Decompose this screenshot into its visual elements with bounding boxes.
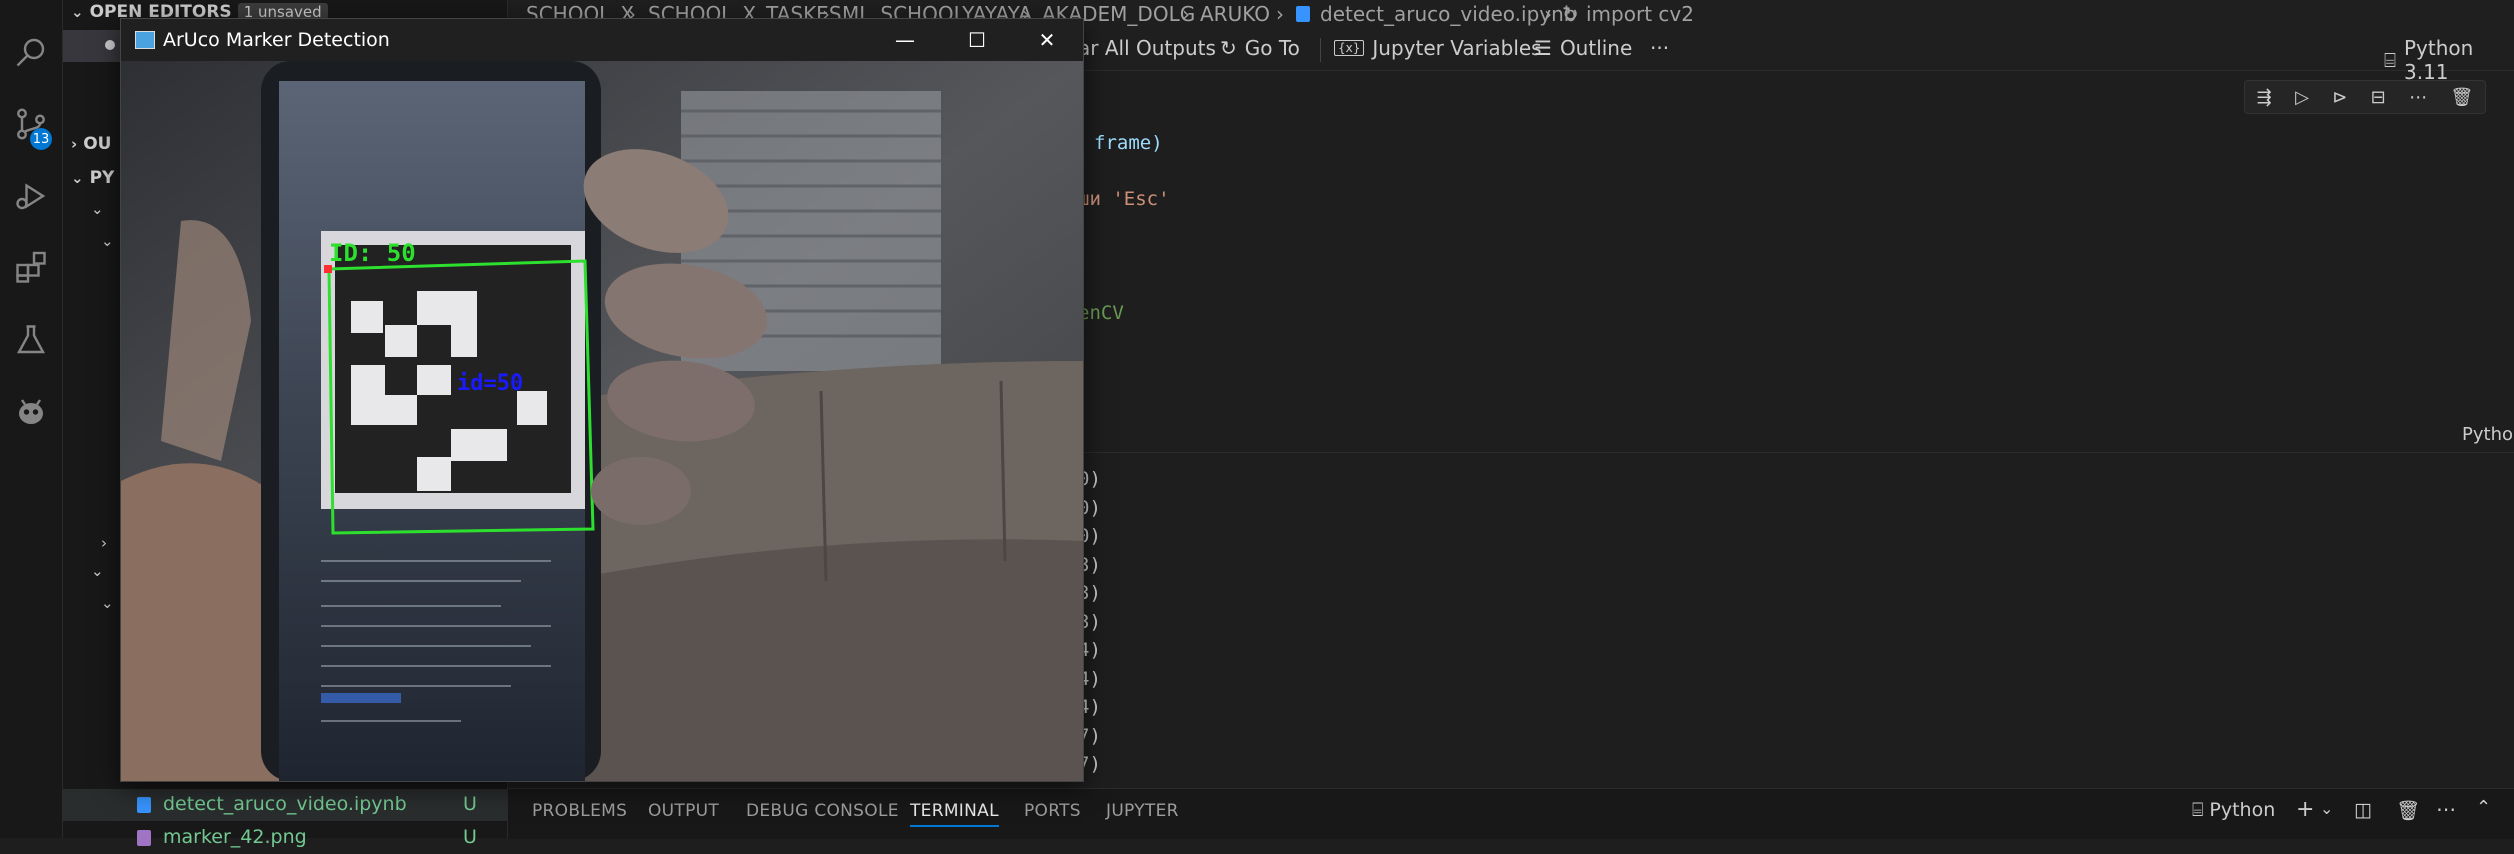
breadcrumb-separator: ›: [1182, 2, 1190, 26]
execute-above-icon[interactable]: ▷: [2295, 87, 2309, 108]
outline-label: Outline: [1559, 36, 1633, 60]
tab-debug-console[interactable]: DEBUG CONSOLE: [746, 801, 899, 821]
cell-icon: ↻: [1562, 2, 1579, 26]
file-name: marker_42.png: [163, 826, 307, 848]
cell-language[interactable]: Pytho: [2462, 424, 2513, 445]
refresh-icon: ↻: [1220, 36, 1237, 60]
testing-icon[interactable]: [9, 318, 53, 362]
minimize-button[interactable]: —: [869, 19, 941, 61]
terminal-name: Python: [2209, 799, 2276, 821]
toolbar-divider: [1320, 38, 1321, 62]
trash-icon[interactable]: 🗑: [2396, 799, 2420, 822]
extensions-icon[interactable]: [9, 246, 53, 290]
code-fragment: enCV: [1078, 302, 1124, 324]
jupyter-variables-label: Jupyter Variables: [1372, 36, 1542, 60]
notebook-icon: [1296, 6, 1310, 22]
kernel-picker[interactable]: ⌸ Python 3.11: [2384, 36, 2514, 84]
more-icon[interactable]: ⋯: [2436, 797, 2456, 821]
python-section[interactable]: ⌄ PY: [71, 168, 114, 188]
terminal-icon: ⌸: [2192, 799, 2204, 821]
file-row[interactable]: detect_aruco_video.ipynb U: [63, 789, 507, 821]
tab-jupyter[interactable]: JUPYTER: [1106, 801, 1179, 821]
app-icon: [135, 31, 155, 49]
activity-bar: 13: [0, 0, 63, 838]
maximize-button[interactable]: ☐: [941, 19, 1013, 61]
breadcrumb-separator: ›: [1276, 2, 1284, 26]
chevron-right-icon: ›: [71, 135, 78, 153]
search-icon[interactable]: [9, 30, 53, 74]
kernel-label: Python 3.11: [2404, 36, 2474, 84]
chevron-down-icon[interactable]: ⌄: [2320, 799, 2333, 818]
delete-cell-icon[interactable]: 🗑: [2450, 87, 2473, 108]
variables-icon: {x}: [1334, 40, 1365, 56]
code-fragment: ши 'Esc': [1078, 188, 1170, 210]
center-id-label: id=50: [457, 371, 524, 396]
tree-chevron-down-icon[interactable]: ⌄: [91, 562, 104, 580]
ellipsis-icon: ···: [1650, 36, 1670, 60]
cell-toolbar: ⇶ ▷ ⊳ ⊟ ⋯ 🗑: [2244, 80, 2486, 114]
breadcrumb-item[interactable]: import cv2: [1586, 2, 1694, 26]
go-to-button[interactable]: ↻ Go To: [1220, 36, 1300, 60]
breadcrumb-separator: ›: [1544, 2, 1552, 26]
file-row[interactable]: marker_42.png U: [63, 822, 507, 854]
file-status: U: [463, 826, 477, 848]
file-status: U: [463, 793, 477, 815]
jupyter-variables-button[interactable]: {x} Jupyter Variables: [1334, 36, 1542, 60]
tree-chevron-down-icon[interactable]: ⌄: [101, 232, 114, 250]
close-button[interactable]: ✕: [1011, 19, 1083, 61]
breadcrumb-item[interactable]: ARUKO: [1200, 2, 1270, 26]
terminal-selector[interactable]: ⌸ Python: [2192, 799, 2275, 821]
outline-section-title: OU: [83, 134, 112, 154]
kernel-icon: ⌸: [2384, 48, 2396, 72]
outline-section[interactable]: › OU: [71, 134, 111, 154]
tree-chevron-down-icon[interactable]: ⌄: [101, 594, 114, 612]
run-by-line-icon[interactable]: ⇶: [2257, 87, 2272, 108]
file-name: detect_aruco_video.ipynb: [163, 793, 407, 815]
clear-all-outputs-button[interactable]: ar All Outputs: [1078, 36, 1216, 60]
image-file-icon: [137, 830, 151, 846]
tab-problems[interactable]: PROBLEMS: [532, 801, 627, 821]
code-fragment: frame): [1094, 132, 1163, 154]
list-icon: ☰: [1534, 36, 1552, 60]
camera-frame: ID: 50 id=50: [121, 61, 1083, 781]
tab-terminal[interactable]: TERMINAL: [910, 801, 999, 827]
outline-button[interactable]: ☰ Outline: [1534, 36, 1632, 60]
breadcrumb-item[interactable]: detect_aruco_video.ipynb: [1320, 2, 1576, 26]
window-title: ArUco Marker Detection: [163, 29, 390, 51]
source-control-badge: 13: [30, 128, 52, 150]
execute-below-icon[interactable]: ⊳: [2332, 87, 2347, 108]
more-icon[interactable]: ⋯: [2409, 87, 2427, 108]
dirty-dot-icon: [105, 40, 115, 50]
tab-output[interactable]: OUTPUT: [648, 801, 719, 821]
go-to-label: Go To: [1244, 36, 1300, 60]
camera-image: [121, 61, 1083, 781]
notebook-icon: [137, 797, 151, 813]
chevron-down-icon: ⌄: [71, 3, 84, 21]
alien-icon[interactable]: [9, 390, 53, 434]
python-section-title: PY: [89, 168, 115, 188]
clear-outputs-label: ar All Outputs: [1078, 36, 1216, 60]
split-terminal-icon[interactable]: ◫: [2354, 799, 2372, 821]
tree-chevron-down-icon[interactable]: ⌄: [91, 200, 104, 218]
more-actions-button[interactable]: ···: [1650, 36, 1669, 60]
chevron-down-icon: ⌄: [71, 169, 84, 187]
maximize-panel-icon[interactable]: ⌃: [2476, 797, 2491, 818]
detected-id-label: ID: 50: [329, 239, 416, 267]
tab-ports[interactable]: PORTS: [1024, 801, 1081, 821]
window-titlebar[interactable]: ArUco Marker Detection — ☐ ✕: [121, 19, 1083, 61]
aruco-window[interactable]: ArUco Marker Detection — ☐ ✕ ID: 50 id=5…: [120, 18, 1084, 782]
tree-chevron-right-icon[interactable]: ›: [101, 534, 107, 552]
panel-tab-bar: PROBLEMS OUTPUT DEBUG CONSOLE TERMINAL P…: [508, 788, 2514, 839]
split-cell-icon[interactable]: ⊟: [2371, 87, 2386, 108]
run-debug-icon[interactable]: [9, 174, 53, 218]
new-terminal-icon[interactable]: +: [2296, 797, 2314, 822]
